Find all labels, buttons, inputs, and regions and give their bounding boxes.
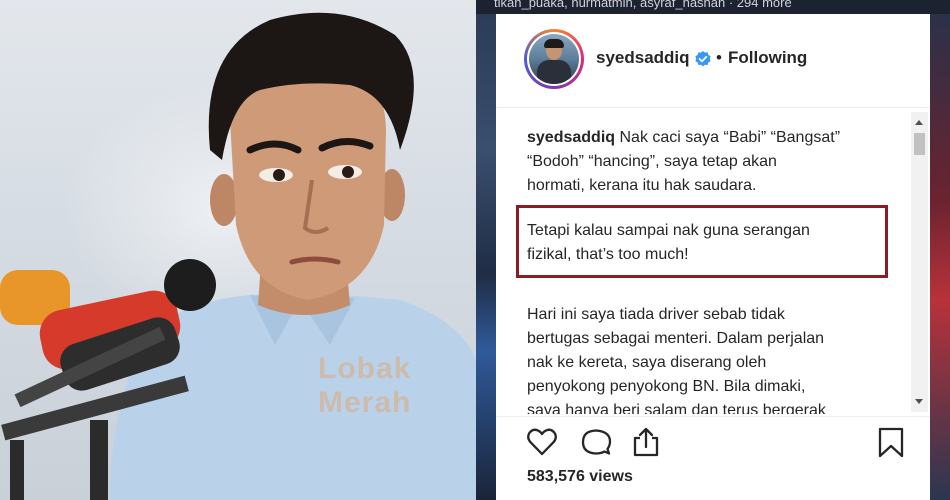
caption-line: fizikal, that’s too much!: [527, 246, 689, 263]
caption-line: Nak caci saya “Babi” “Bangsat”: [619, 129, 841, 146]
verified-badge-icon: [695, 51, 711, 67]
scroll-down-arrow-icon[interactable]: [915, 399, 923, 404]
caption-line: “Bodoh” “hancing”, saya tetap akan: [527, 153, 777, 170]
caption-scrollbar[interactable]: [911, 112, 928, 412]
following-button[interactable]: Following: [728, 48, 807, 68]
action-bar: [496, 416, 930, 464]
background-strip-left: [476, 0, 496, 500]
scroll-up-arrow-icon[interactable]: [915, 120, 923, 125]
caption-line: Hari ini saya tiada driver sebab tidak: [527, 306, 785, 323]
watermark-text: Lobak Merah: [318, 352, 412, 419]
post-header: syedsaddiq • Following: [496, 14, 930, 108]
avatar-image: [529, 34, 579, 84]
caption-paragraph-1: syedsaddiq Nak caci saya “Babi” “Bangsat…: [527, 126, 887, 198]
instagram-post-card: syedsaddiq • Following syedsaddiq Nak ca…: [496, 14, 930, 500]
heart-icon[interactable]: [526, 426, 558, 458]
caption-line: saya hanya beri salam dan terus bergerak: [527, 402, 826, 414]
caption-line: penyokong penyokong BN. Bila dimaki,: [527, 378, 806, 395]
caption-line: nak ke kereta, saya diserang oleh: [527, 354, 767, 371]
background-strip-top: tikah_puaka, nurmatmin, asyraf_hashan · …: [476, 0, 950, 14]
caption-paragraph-3: Hari ini saya tiada driver sebab tidak b…: [527, 303, 887, 414]
liked-by-text: tikah_puaka, nurmatmin, asyraf_hashan · …: [494, 0, 792, 10]
caption-username-link[interactable]: syedsaddiq: [527, 129, 615, 146]
username-link[interactable]: syedsaddiq: [596, 48, 690, 68]
scroll-thumb[interactable]: [914, 133, 925, 155]
bookmark-icon[interactable]: [875, 426, 907, 458]
view-count: 583,576 views: [527, 468, 633, 485]
caption-area: syedsaddiq Nak caci saya “Babi” “Bangsat…: [496, 109, 930, 414]
caption-line: bertugas sebagai menteri. Dalam perjalan: [527, 330, 825, 347]
caption-line: hormati, kerana itu hak saudara.: [527, 177, 757, 194]
separator-dot: •: [716, 48, 722, 67]
background-strip-right: [930, 0, 950, 500]
portrait-illustration: [0, 12, 476, 500]
comment-icon[interactable]: [580, 426, 612, 458]
caption-paragraph-2: Tetapi kalau sampai nak guna serangan fi…: [527, 219, 887, 267]
caption-line: Tetapi kalau sampai nak guna serangan: [527, 222, 810, 239]
avatar[interactable]: [524, 29, 584, 89]
news-photo: Lobak Merah: [0, 0, 476, 500]
share-icon[interactable]: [630, 426, 662, 458]
